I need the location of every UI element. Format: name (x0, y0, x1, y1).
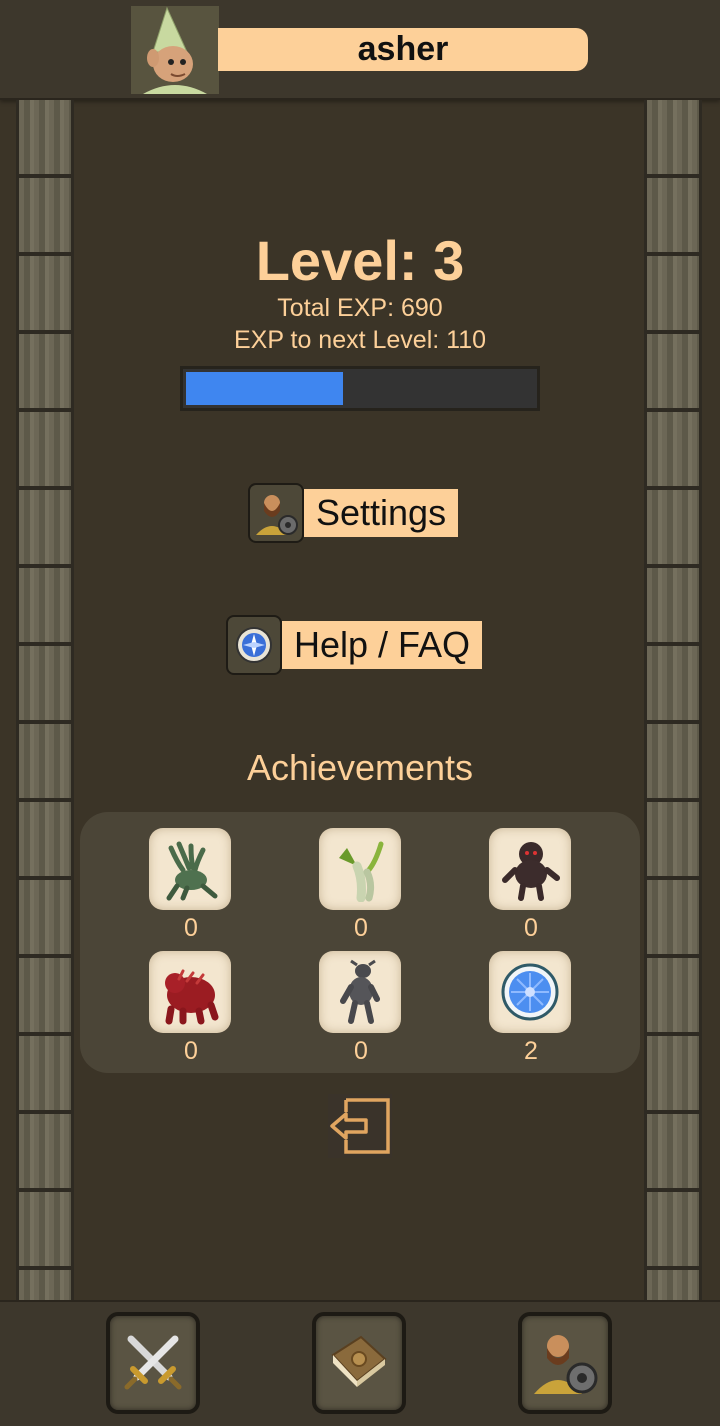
gargoyle-icon (319, 951, 401, 1033)
achievement-gargoyle[interactable]: 0 (319, 951, 403, 1066)
achievement-hydra[interactable]: 0 (149, 828, 233, 943)
exp-progress-fill (186, 372, 343, 405)
demon-icon (489, 828, 571, 910)
hydra-icon (149, 828, 231, 910)
achievement-blue-rune[interactable]: 2 (489, 951, 573, 1066)
achievement-count: 0 (524, 914, 538, 942)
logout-icon[interactable] (328, 1094, 392, 1158)
combat-tab-button[interactable] (106, 1312, 200, 1414)
red-beast-icon (149, 951, 231, 1033)
achievement-demon[interactable]: 0 (489, 828, 573, 943)
gnome-avatar-icon[interactable] (131, 6, 219, 94)
settings-icon (248, 483, 304, 543)
book-icon (327, 1329, 391, 1398)
vorkath-dragon-icon (319, 828, 401, 910)
achievement-count: 2 (524, 1037, 538, 1065)
profile-settings-icon (530, 1326, 600, 1401)
exp-progress-bar (180, 366, 540, 411)
compass-icon (226, 615, 282, 675)
help-faq-button[interactable]: Help / FAQ (226, 615, 483, 675)
exp-to-next-label: EXP to next Level: 110 (233, 326, 487, 354)
crossed-swords-icon (121, 1329, 185, 1398)
help-faq-label: Help / FAQ (282, 621, 483, 669)
settings-button[interactable]: Settings (248, 483, 459, 543)
profile-settings-tab-button[interactable] (518, 1312, 612, 1414)
achievement-count: 0 (184, 1037, 198, 1065)
total-exp-label: Total EXP: 690 (277, 294, 443, 322)
achievement-red-beast[interactable]: 0 (149, 951, 233, 1066)
achievement-count: 0 (354, 914, 368, 942)
blue-rune-icon (489, 951, 571, 1033)
settings-label: Settings (304, 489, 459, 537)
bottom-navigation (0, 1300, 720, 1426)
achievements-panel: 0 0 0 0 0 2 (80, 812, 640, 1073)
achievement-dragon[interactable]: 0 (319, 828, 403, 943)
level-title: Level: 3 (255, 229, 465, 292)
username-label: asher (218, 28, 588, 71)
achievements-title: Achievements (246, 747, 474, 788)
top-header: asher (0, 0, 720, 100)
achievement-count: 0 (184, 914, 198, 942)
quest-book-tab-button[interactable] (312, 1312, 406, 1414)
achievement-count: 0 (354, 1037, 368, 1065)
